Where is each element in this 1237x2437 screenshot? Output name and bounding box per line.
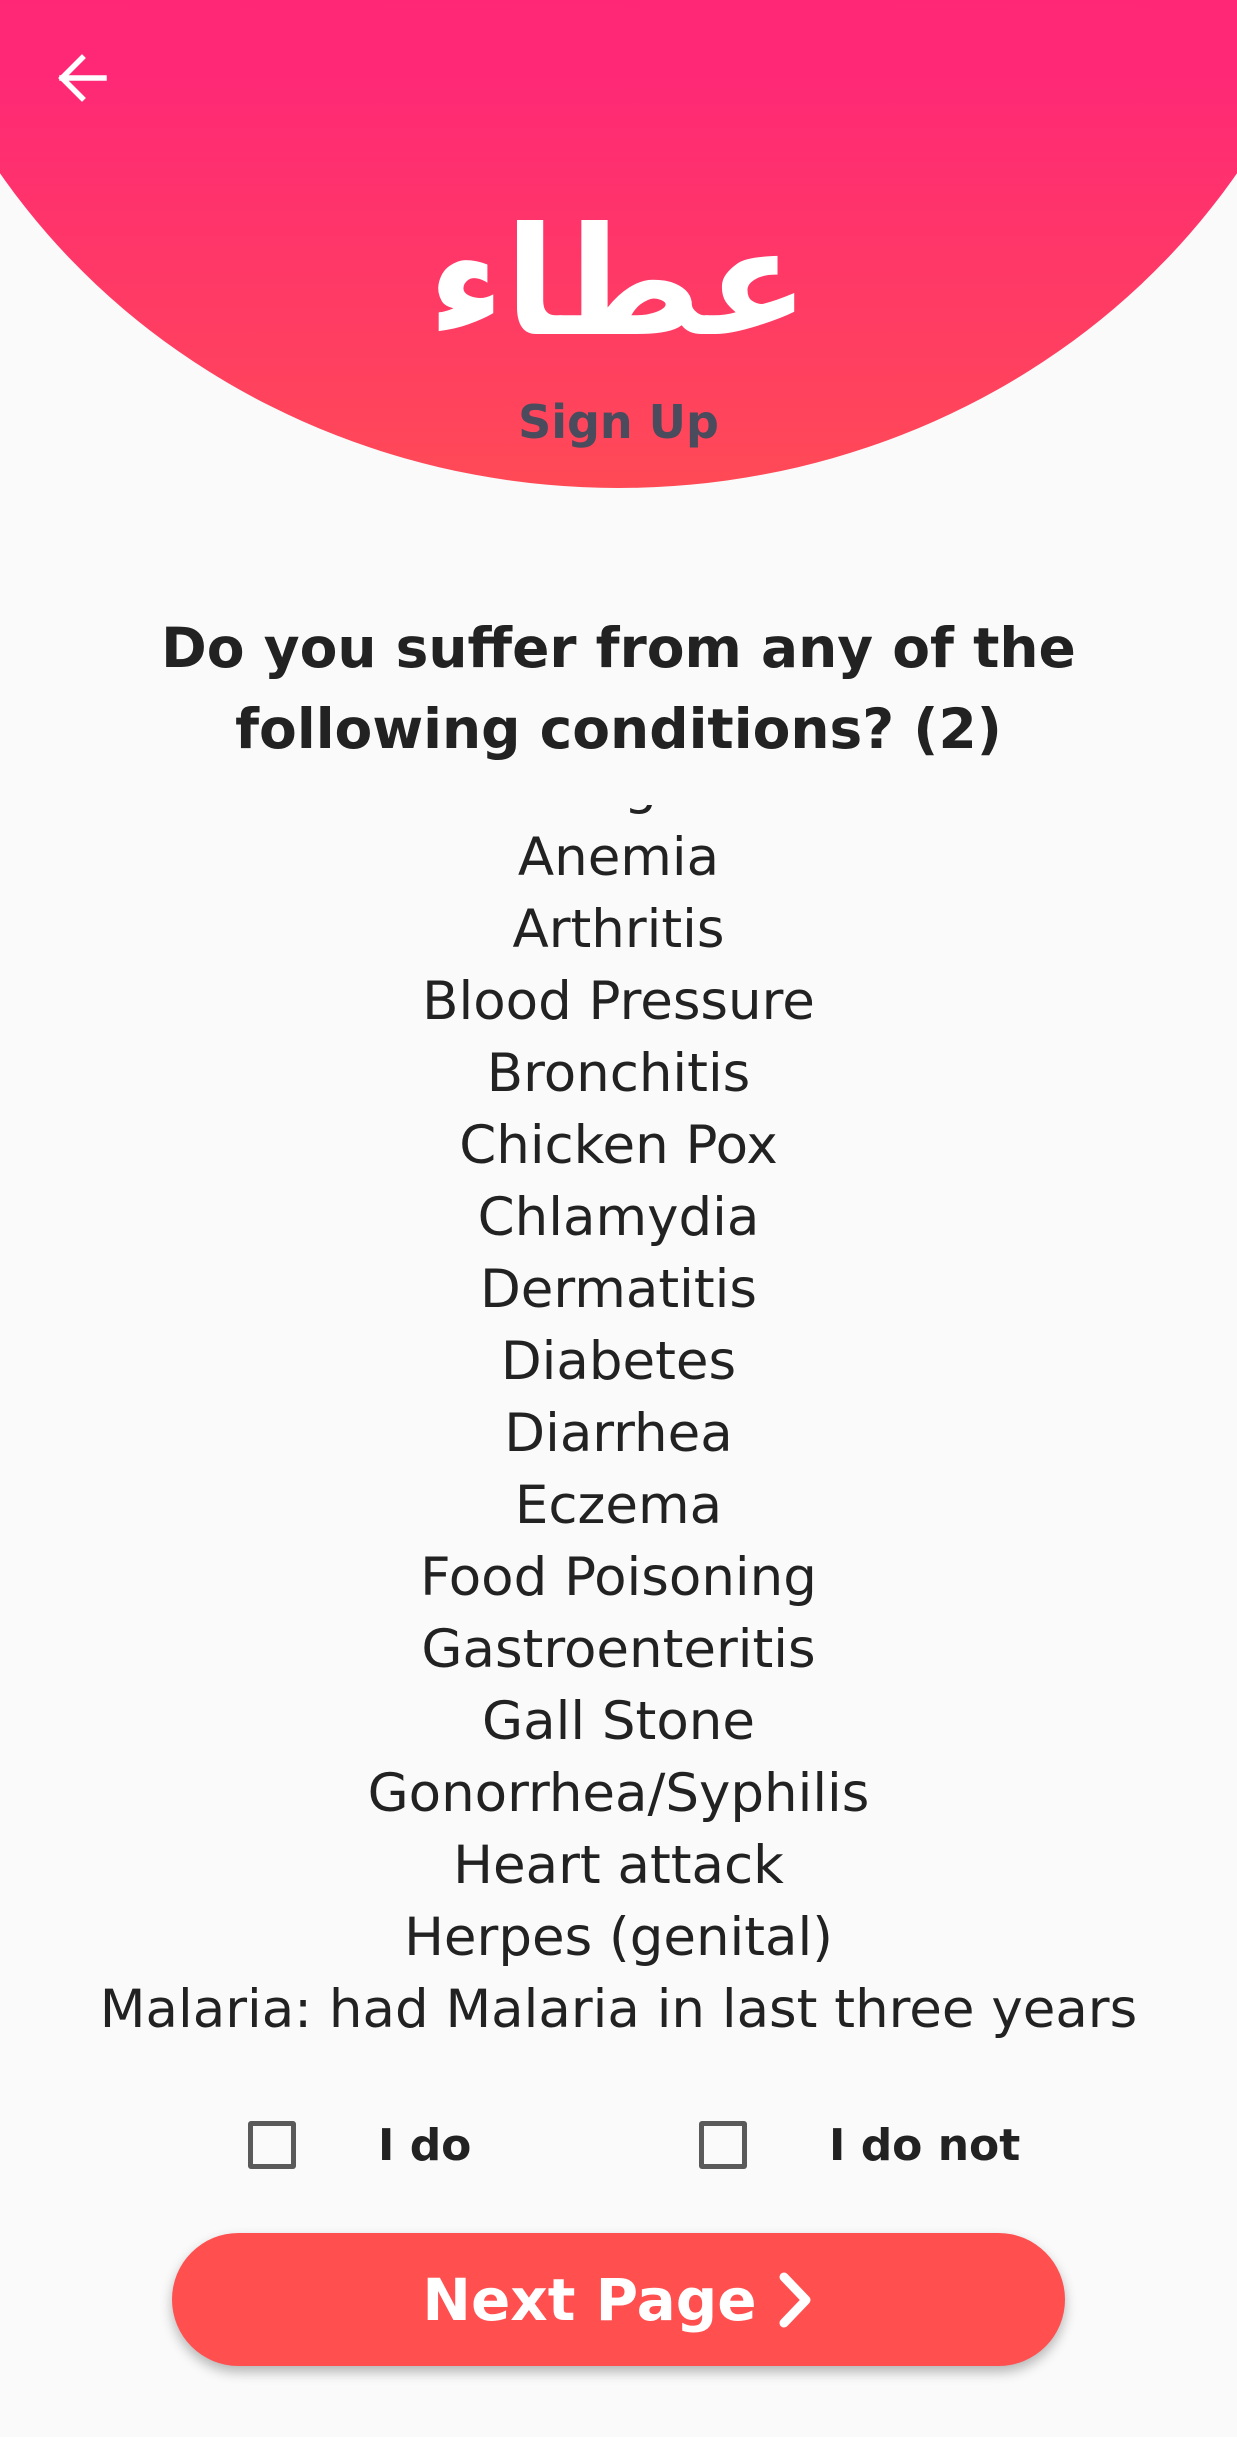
list-item[interactable]: Chicken Pox [0,1110,1237,1182]
i-do-checkbox[interactable] [248,2121,296,2169]
list-item[interactable]: Gastroenteritis [0,1614,1237,1686]
list-item[interactable]: Herpes (genital) [0,1902,1237,1974]
list-item[interactable]: Anemia [0,822,1237,894]
i-do-not-label: I do not [829,2119,1021,2171]
arrow-left-icon [58,54,107,102]
signup-screen: عطاء Sign Up Do you suffer from any of t… [0,0,1237,2437]
list-item[interactable]: Arthritis [0,894,1237,966]
list-item[interactable]: Allergies [0,805,1237,822]
list-item[interactable]: Chlamydia [0,1182,1237,1254]
i-do-label: I do [378,2119,472,2171]
list-item[interactable]: Heart attack [0,1830,1237,1902]
list-item[interactable]: Blood Pressure [0,966,1237,1038]
app-logo: عطاء [427,196,810,370]
next-page-label: Next Page [422,2265,757,2334]
list-item[interactable]: Food Poisoning [0,1542,1237,1614]
conditions-list-viewport[interactable]: AllergiesAnemiaArthritisBlood PressureBr… [0,805,1237,2063]
question-heading: Do you suffer from any of the following … [161,616,1076,761]
list-item[interactable]: Eczema [0,1470,1237,1542]
list-item[interactable]: Gonorrhea/Syphilis [0,1758,1237,1830]
list-item[interactable]: Gall Stone [0,1686,1237,1758]
page-title: Sign Up [518,395,719,449]
list-item[interactable]: Malaria: had Malaria in last three years [0,1974,1237,2046]
list-item[interactable]: Dermatitis [0,1254,1237,1326]
back-button[interactable] [40,36,124,120]
i-do-not-checkbox[interactable] [699,2121,747,2169]
list-item[interactable]: Diabetes [0,1326,1237,1398]
list-item[interactable]: Diarrhea [0,1398,1237,1470]
chevron-right-icon [775,2271,815,2329]
option-i-do[interactable]: I do [248,2117,471,2173]
next-page-button[interactable]: Next Page [172,2233,1065,2366]
option-i-do-not[interactable]: I do not [699,2117,1020,2173]
list-item[interactable]: Bronchitis [0,1038,1237,1110]
conditions-list: AllergiesAnemiaArthritisBlood PressureBr… [0,805,1237,2046]
